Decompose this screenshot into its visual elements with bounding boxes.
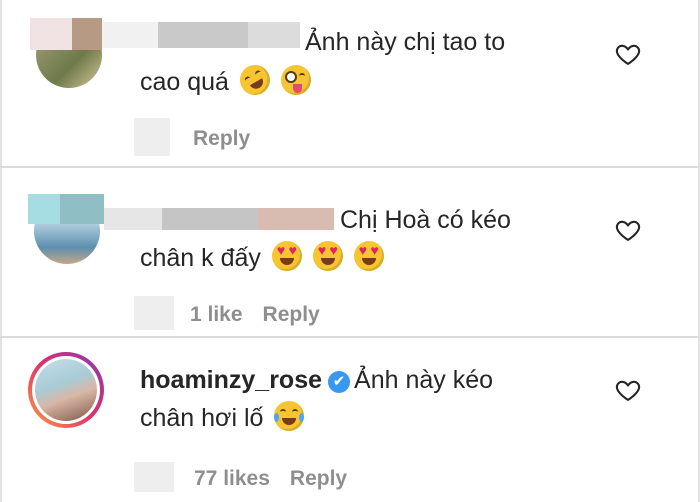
- avatar-image: [35, 359, 97, 421]
- redacted-username: [102, 22, 158, 48]
- comment-1: Ảnh này chị tao to cao quá Reply: [0, 0, 700, 166]
- timestamp-placeholder: [134, 296, 174, 330]
- comment-meta: 77 likes Reply: [194, 464, 367, 494]
- comment-text: Ảnh này chị tao to: [305, 28, 506, 56]
- comment-text: Chị Hoà có kéo: [340, 206, 511, 234]
- comment-text: chân hơi lố: [140, 398, 305, 438]
- redacted-username: [258, 208, 334, 230]
- comment-text: chân k đấy: [140, 238, 384, 278]
- heart-eyes-emoji: [353, 241, 384, 271]
- redacted-username: [162, 208, 258, 230]
- redacted-username: [30, 18, 72, 50]
- comment-2: Chị Hoà có kéo chân k đấy 1 like Reply: [0, 168, 700, 336]
- heart-outline-icon[interactable]: [614, 216, 642, 244]
- verified-badge-icon: ✔: [328, 371, 351, 393]
- username[interactable]: hoaminzy_rose: [140, 366, 322, 394]
- reply-button[interactable]: Reply: [290, 467, 347, 490]
- comment-text-line1: Ảnh này kéo: [354, 366, 494, 394]
- redacted-username: [104, 208, 162, 230]
- rofl-emoji: [234, 59, 276, 101]
- reply-button[interactable]: Reply: [193, 127, 250, 150]
- comment-meta: Reply: [193, 124, 270, 154]
- comment-text: cao quá: [140, 59, 311, 102]
- timestamp-placeholder: [134, 462, 174, 492]
- avatar[interactable]: [28, 352, 104, 428]
- redacted-username: [248, 22, 300, 48]
- likes-count[interactable]: 1 like: [190, 303, 243, 326]
- comment-text-line2: cao quá: [140, 68, 229, 96]
- reply-button[interactable]: Reply: [263, 303, 320, 326]
- comment-text-line2: chân hơi lố: [140, 404, 264, 432]
- comment-3: hoaminzy_rose ✔ Ảnh này kéo chân hơi lố 77…: [0, 338, 700, 502]
- tears-of-joy-emoji: [274, 401, 305, 431]
- redacted-username: [158, 22, 248, 48]
- comment-meta: 1 like Reply: [190, 300, 340, 330]
- redacted-username: [28, 194, 60, 224]
- heart-outline-icon[interactable]: [614, 40, 642, 68]
- redacted-username: [72, 18, 102, 50]
- comment-text: hoaminzy_rose ✔ Ảnh này kéo: [140, 360, 493, 400]
- heart-eyes-emoji: [271, 241, 302, 271]
- zany-face-emoji: [280, 65, 311, 95]
- heart-outline-icon[interactable]: [614, 376, 642, 404]
- likes-placeholder: [134, 118, 170, 156]
- likes-count[interactable]: 77 likes: [194, 467, 270, 490]
- heart-eyes-emoji: [312, 241, 343, 271]
- comment-text-line2: chân k đấy: [140, 244, 261, 272]
- redacted-username: [60, 194, 104, 224]
